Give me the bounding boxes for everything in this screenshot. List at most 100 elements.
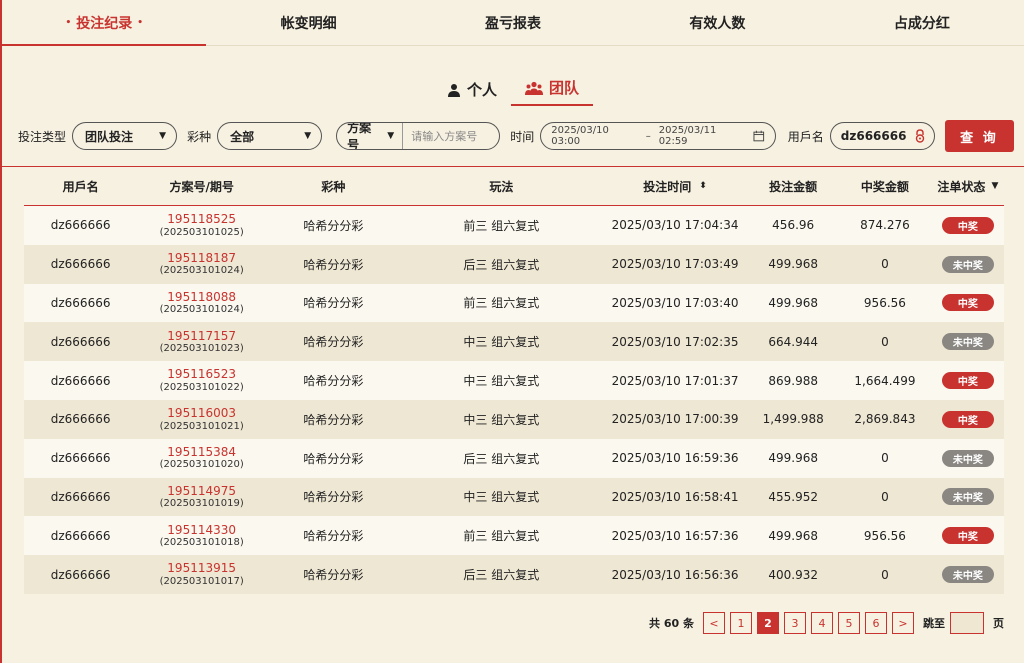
plan-number-link[interactable]: 195113915 [167,561,236,575]
cell-bet-time: 2025/03/10 17:03:40 [611,295,739,310]
table-row: dz666666 195116003 (202503101021) 哈希分分彩 中三 组… [24,399,1004,439]
page-button-6[interactable]: 6 [865,612,887,634]
cell-lottery: 哈希分分彩 [303,412,364,427]
col-status[interactable]: 注单状态 ▼ [932,178,1004,195]
cell-bet-amount: 400.932 [768,567,818,582]
cell-lottery: 哈希分分彩 [303,218,364,233]
lottery-label: 彩种 [187,129,212,144]
period-number: (202503101025) [159,226,244,238]
col-bet-amount: 投注金额 [769,179,818,194]
person-icon [447,83,460,97]
col-bet-time-label: 投注时间 [643,179,692,194]
calendar-icon [753,130,765,142]
cell-username: dz666666 [50,373,111,388]
period-number: (202503101018) [159,536,244,548]
col-bet-time[interactable]: 投注时间 ⬍ [602,178,748,195]
col-plan-period: 方案号/期号 [169,179,234,194]
jump-label: 跳至 [923,617,945,630]
user-label: 用戶名 [787,129,824,144]
next-page-button[interactable]: > [892,612,914,634]
plan-number-link[interactable]: 195118187 [167,251,236,265]
cell-lottery: 哈希分分彩 [303,335,364,350]
cell-bet-time: 2025/03/10 17:03:49 [611,257,739,272]
plan-number-link[interactable]: 195115384 [167,445,236,459]
query-button[interactable]: 查 询 [944,120,1014,152]
status-badge: 未中奖 [941,255,994,273]
page-button-5[interactable]: 5 [838,612,860,634]
plan-number-link[interactable]: 195118525 [167,212,236,226]
cell-lottery: 哈希分分彩 [303,490,364,505]
cell-lottery: 哈希分分彩 [303,257,364,272]
status-badge: 未中奖 [941,566,994,584]
table-row: dz666666 195118187 (202503101024) 哈希分分彩 后三 组… [24,244,1004,284]
cell-play: 后三 组六复式 [463,568,540,583]
status-badge: 中奖 [941,410,994,428]
date-range-picker[interactable]: 2025/03/10 03:00 – 2025/03/11 02:59 [540,122,776,150]
plan-number-link[interactable]: 195116523 [167,367,236,381]
tab-label: 帐变明细 [280,15,337,32]
cell-status: 未中奖 [932,488,1004,506]
tab-label: 盈亏报表 [485,15,542,32]
lottery-select[interactable]: 全部 ▼ [217,122,323,150]
cell-plan: 195116523 (202503101022) [137,367,266,393]
cell-plan: 195116003 (202503101021) [137,406,266,432]
status-badge: 中奖 [941,372,994,390]
plan-number-link[interactable]: 195114975 [167,484,236,498]
cell-prize-amount: 0 [881,334,889,349]
username-value: dz666666 [840,129,907,143]
table-row: dz666666 195118525 (202503101025) 哈希分分彩 前三 组… [24,206,1004,245]
tab-active-users[interactable]: 有效人数 [615,0,819,45]
cell-bet-time: 2025/03/10 17:00:39 [611,412,739,427]
plan-number-link[interactable]: 195114330 [167,523,236,537]
cell-username: dz666666 [50,412,111,427]
cell-lottery: 哈希分分彩 [303,529,364,544]
period-number: (202503101024) [159,304,244,316]
plan-number-input[interactable] [403,123,500,149]
cell-bet-time: 2025/03/10 16:58:41 [611,489,739,504]
cell-status: 中奖 [932,294,1004,312]
cell-status: 未中奖 [932,255,1004,273]
cell-prize-amount: 0 [881,451,889,466]
tab-account-changes[interactable]: 帐变明细 [206,0,410,45]
bet-type-select[interactable]: 团队投注 ▼ [72,122,178,150]
page-button-3[interactable]: 3 [784,612,806,634]
tab-profit-report[interactable]: 盈亏报表 [411,0,615,45]
tab-dividend[interactable]: 占成分红 [820,0,1024,45]
page-button-2[interactable]: 2 [757,612,779,634]
plan-number-link[interactable]: 195117157 [167,329,236,343]
cell-username: dz666666 [50,334,111,349]
plan-number-link[interactable]: 195116003 [167,406,236,420]
table-row: dz666666 195114330 (202503101018) 哈希分分彩 前三 组… [24,516,1004,556]
status-badge: 未中奖 [941,449,994,467]
cell-prize-amount: 0 [881,257,889,272]
tab-bet-records[interactable]: • 投注纪录 • [2,0,207,46]
table-row: dz666666 195118088 (202503101024) 哈希分分彩 前三 组… [24,283,1004,323]
cell-username: dz666666 [50,567,111,582]
cell-bet-amount: 1,499.988 [762,412,824,427]
cell-play: 中三 组六复式 [463,490,540,505]
cell-lottery: 哈希分分彩 [303,296,364,311]
bet-type-value: 团队投注 [85,129,134,144]
plan-number-link[interactable]: 195118088 [167,290,236,304]
page-button-4[interactable]: 4 [811,612,833,634]
bet-type-label: 投注类型 [18,129,67,144]
cell-prize-amount: 2,869.843 [854,412,916,427]
plan-type-select[interactable]: 方案号 ▼ [337,123,404,149]
jump-page-input[interactable] [950,612,984,634]
prev-page-button[interactable]: < [703,612,725,634]
cell-lottery: 哈希分分彩 [303,374,364,389]
cell-status: 未中奖 [932,449,1004,467]
page-button-1[interactable]: 1 [730,612,752,634]
cell-prize-amount: 874.276 [860,218,910,233]
switch-team[interactable]: 团队 [511,77,594,106]
period-number: (202503101019) [159,498,244,510]
cell-play: 后三 组六复式 [463,257,540,272]
period-number: (202503101020) [159,459,244,471]
cell-prize-amount: 1,664.499 [854,373,916,388]
username-input[interactable]: dz666666 [829,122,935,150]
period-number: (202503101017) [159,575,244,587]
tab-label: 投注纪录 [76,15,133,32]
switch-personal[interactable]: 个人 [433,79,511,106]
top-tabs: • 投注纪录 • 帐变明细 盈亏报表 有效人数 占成分红 [2,0,1024,46]
lottery-value: 全部 [230,129,255,144]
